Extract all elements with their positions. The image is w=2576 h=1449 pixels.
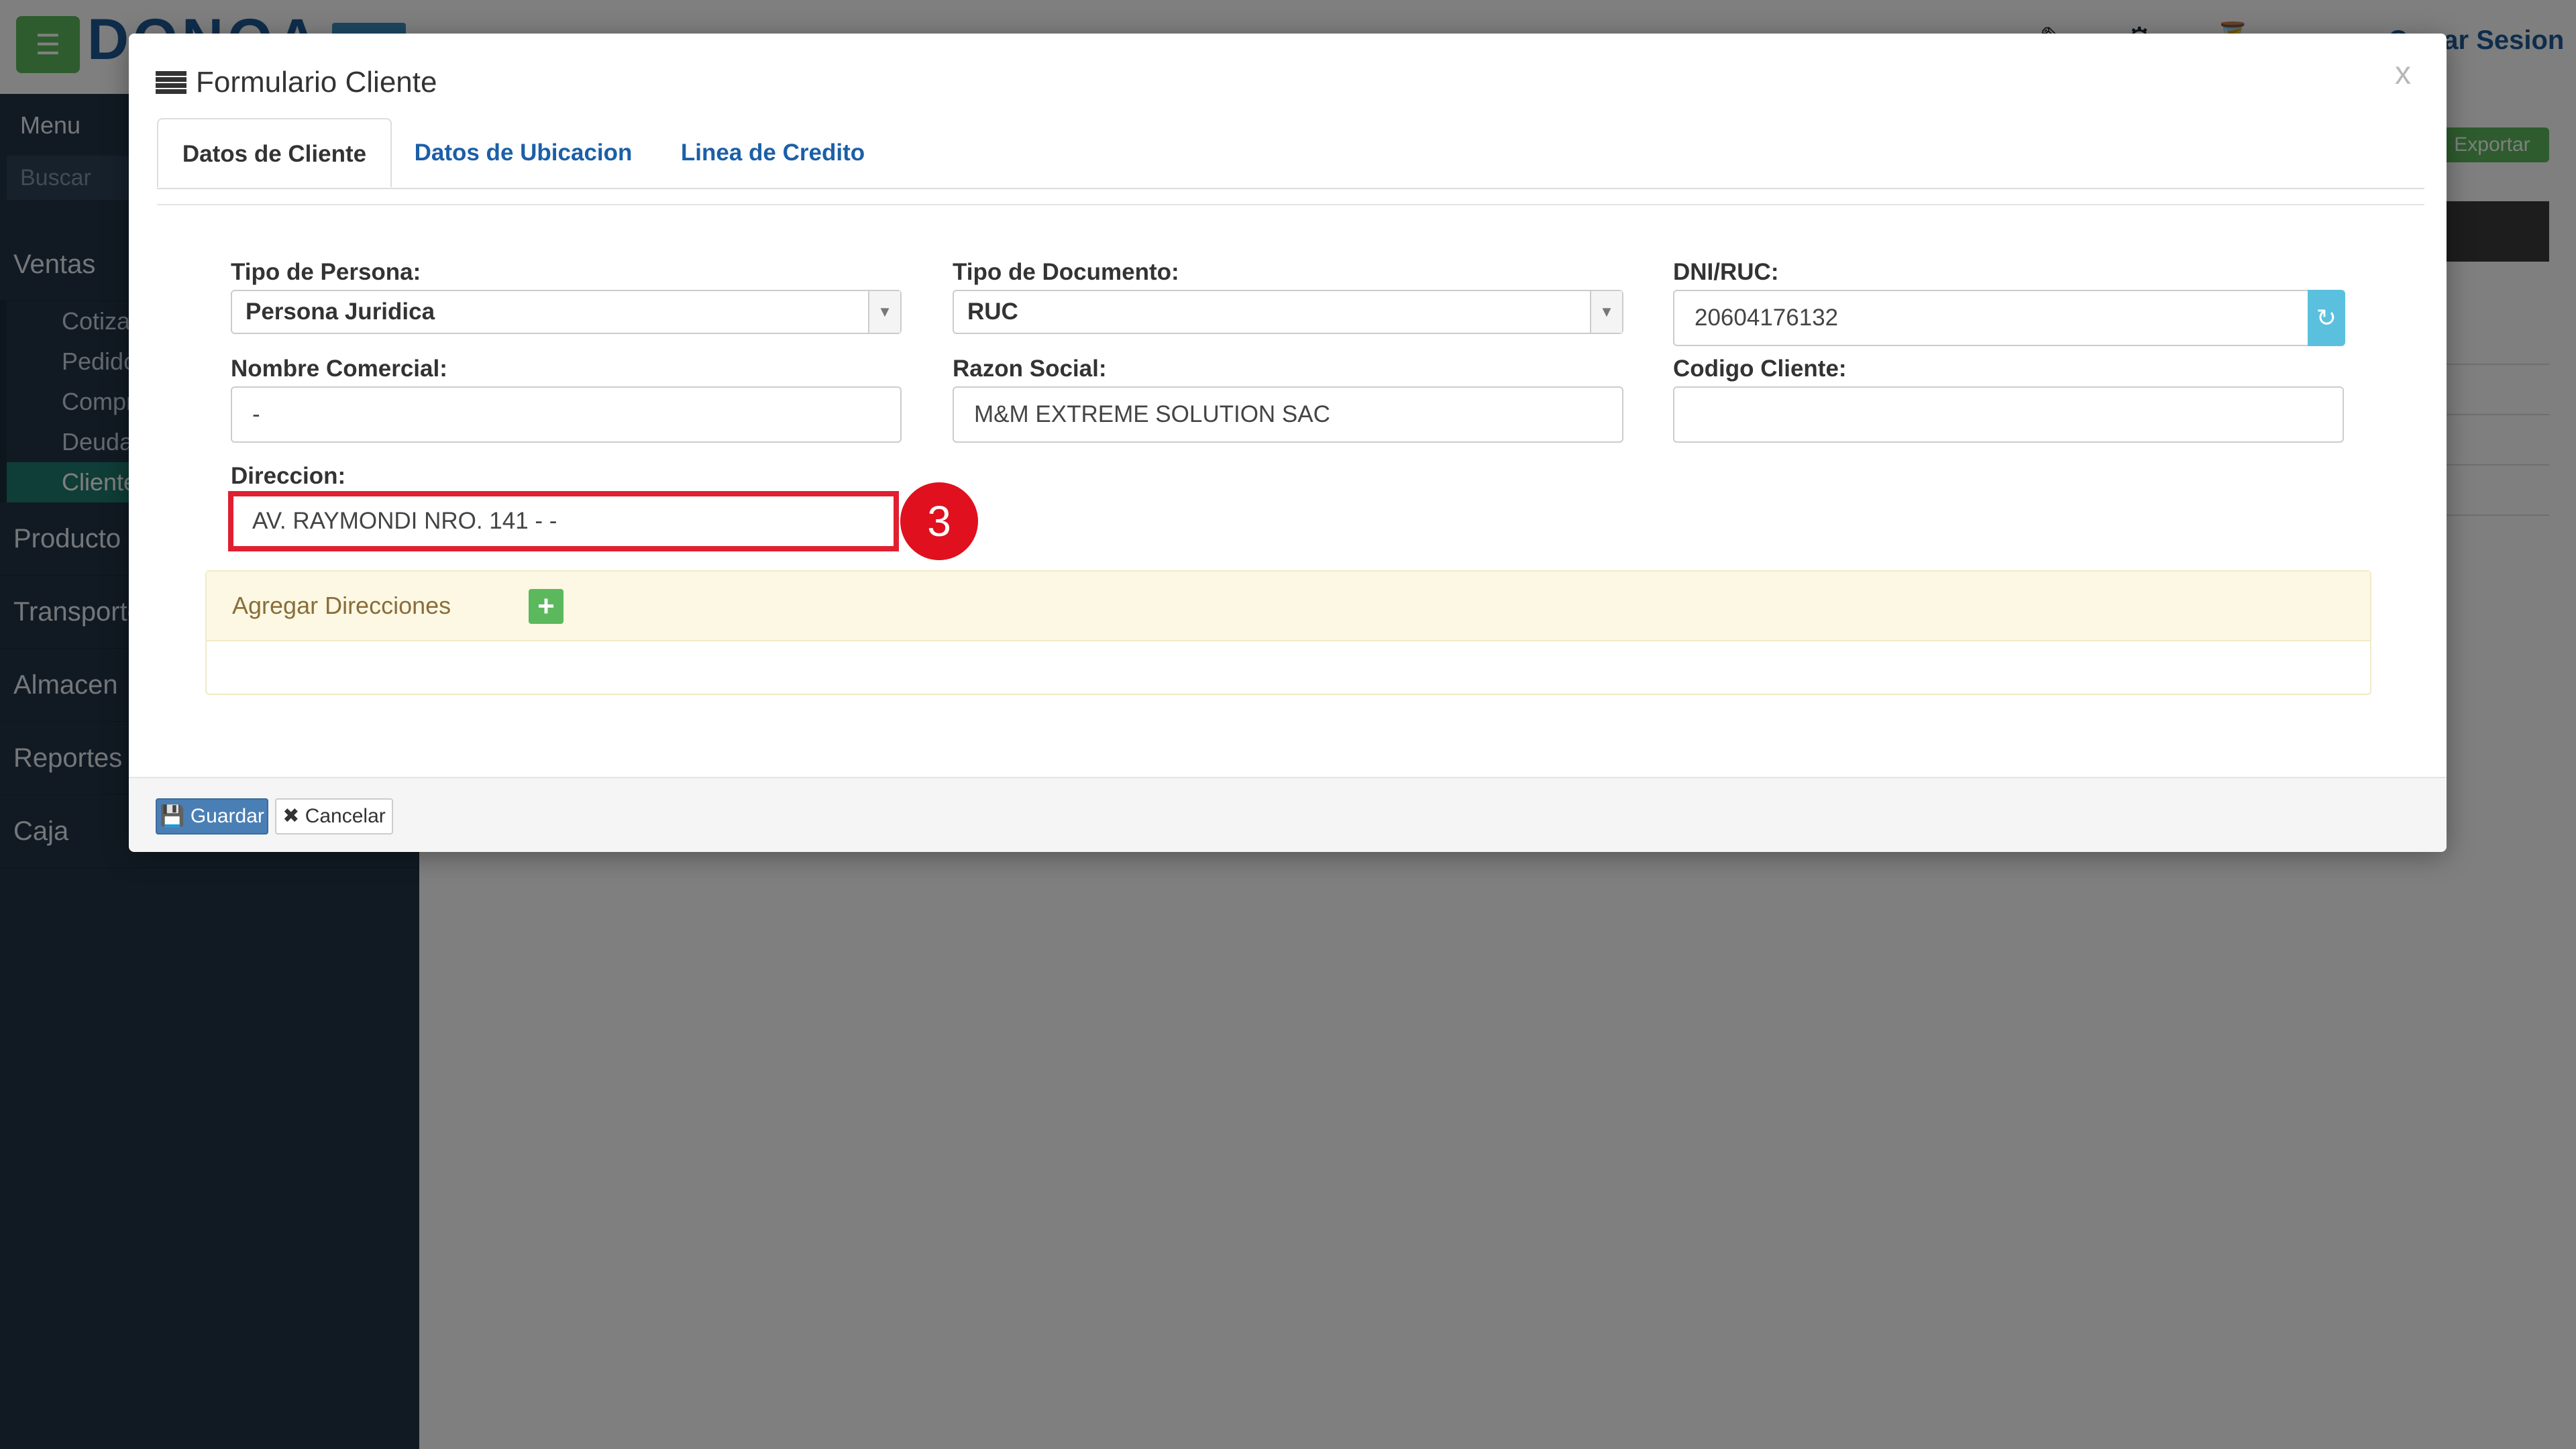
dni-ruc-input[interactable]: 20604176132 [1673,290,2309,346]
modal-footer: 💾 Guardar ✖ Cancelar [129,777,2447,852]
tab-datos-de-ubicacion[interactable]: Datos de Ubicacion [402,118,644,188]
chevron-down-icon: ▼ [868,291,900,333]
save-button[interactable]: 💾 Guardar [156,798,268,835]
nombre-comercial-label: Nombre Comercial: [231,356,447,382]
codigo-cliente-label: Codigo Cliente: [1673,356,1847,382]
direccion-highlight-box [228,491,899,551]
dni-ruc-label: DNI/RUC: [1673,259,1779,285]
tipo-persona-label: Tipo de Persona: [231,259,421,285]
save-label: Guardar [190,805,264,827]
tipo-persona-select[interactable]: Persona Juridica ▼ [231,290,902,334]
refresh-icon[interactable]: ↻ [2308,290,2345,346]
form-tabs: Datos de Cliente Datos de Ubicacion Line… [157,118,2424,189]
cancel-button[interactable]: ✖ Cancelar [275,798,393,835]
chevron-down-icon: ▼ [1590,291,1622,333]
cancel-label: Cancelar [305,805,386,827]
tipo-documento-value: RUC [967,299,1018,325]
tipo-documento-label: Tipo de Documento: [953,259,1179,285]
direccion-label: Direccion: [231,463,346,489]
modal-title: Formulario Cliente [156,66,437,99]
close-icon[interactable]: x [2395,55,2411,92]
modal-title-text: Formulario Cliente [196,66,437,99]
add-address-button[interactable]: + [529,589,564,624]
tab-datos-de-cliente[interactable]: Datos de Cliente [157,118,392,188]
list-icon [156,70,186,95]
tipo-persona-value: Persona Juridica [246,299,435,325]
razon-social-label: Razon Social: [953,356,1107,382]
step-number-badge: 3 [900,482,978,560]
codigo-cliente-input[interactable] [1673,386,2344,443]
save-icon: 💾 [160,805,185,827]
agregar-direcciones-panel: Agregar Direcciones + [205,570,2371,695]
close-icon: ✖ [282,805,300,827]
razon-social-input[interactable]: M&M EXTREME SOLUTION SAC [953,386,1623,443]
tipo-documento-select[interactable]: RUC ▼ [953,290,1623,334]
tab-content-divider [157,204,2424,205]
panel-heading: Agregar Direcciones + [207,572,2370,641]
panel-title: Agregar Direcciones [232,592,451,619]
tab-linea-de-credito[interactable]: Linea de Credito [659,118,887,188]
nombre-comercial-input[interactable]: - [231,386,902,443]
cliente-form-modal: Formulario Cliente x Datos de Cliente Da… [129,34,2447,852]
